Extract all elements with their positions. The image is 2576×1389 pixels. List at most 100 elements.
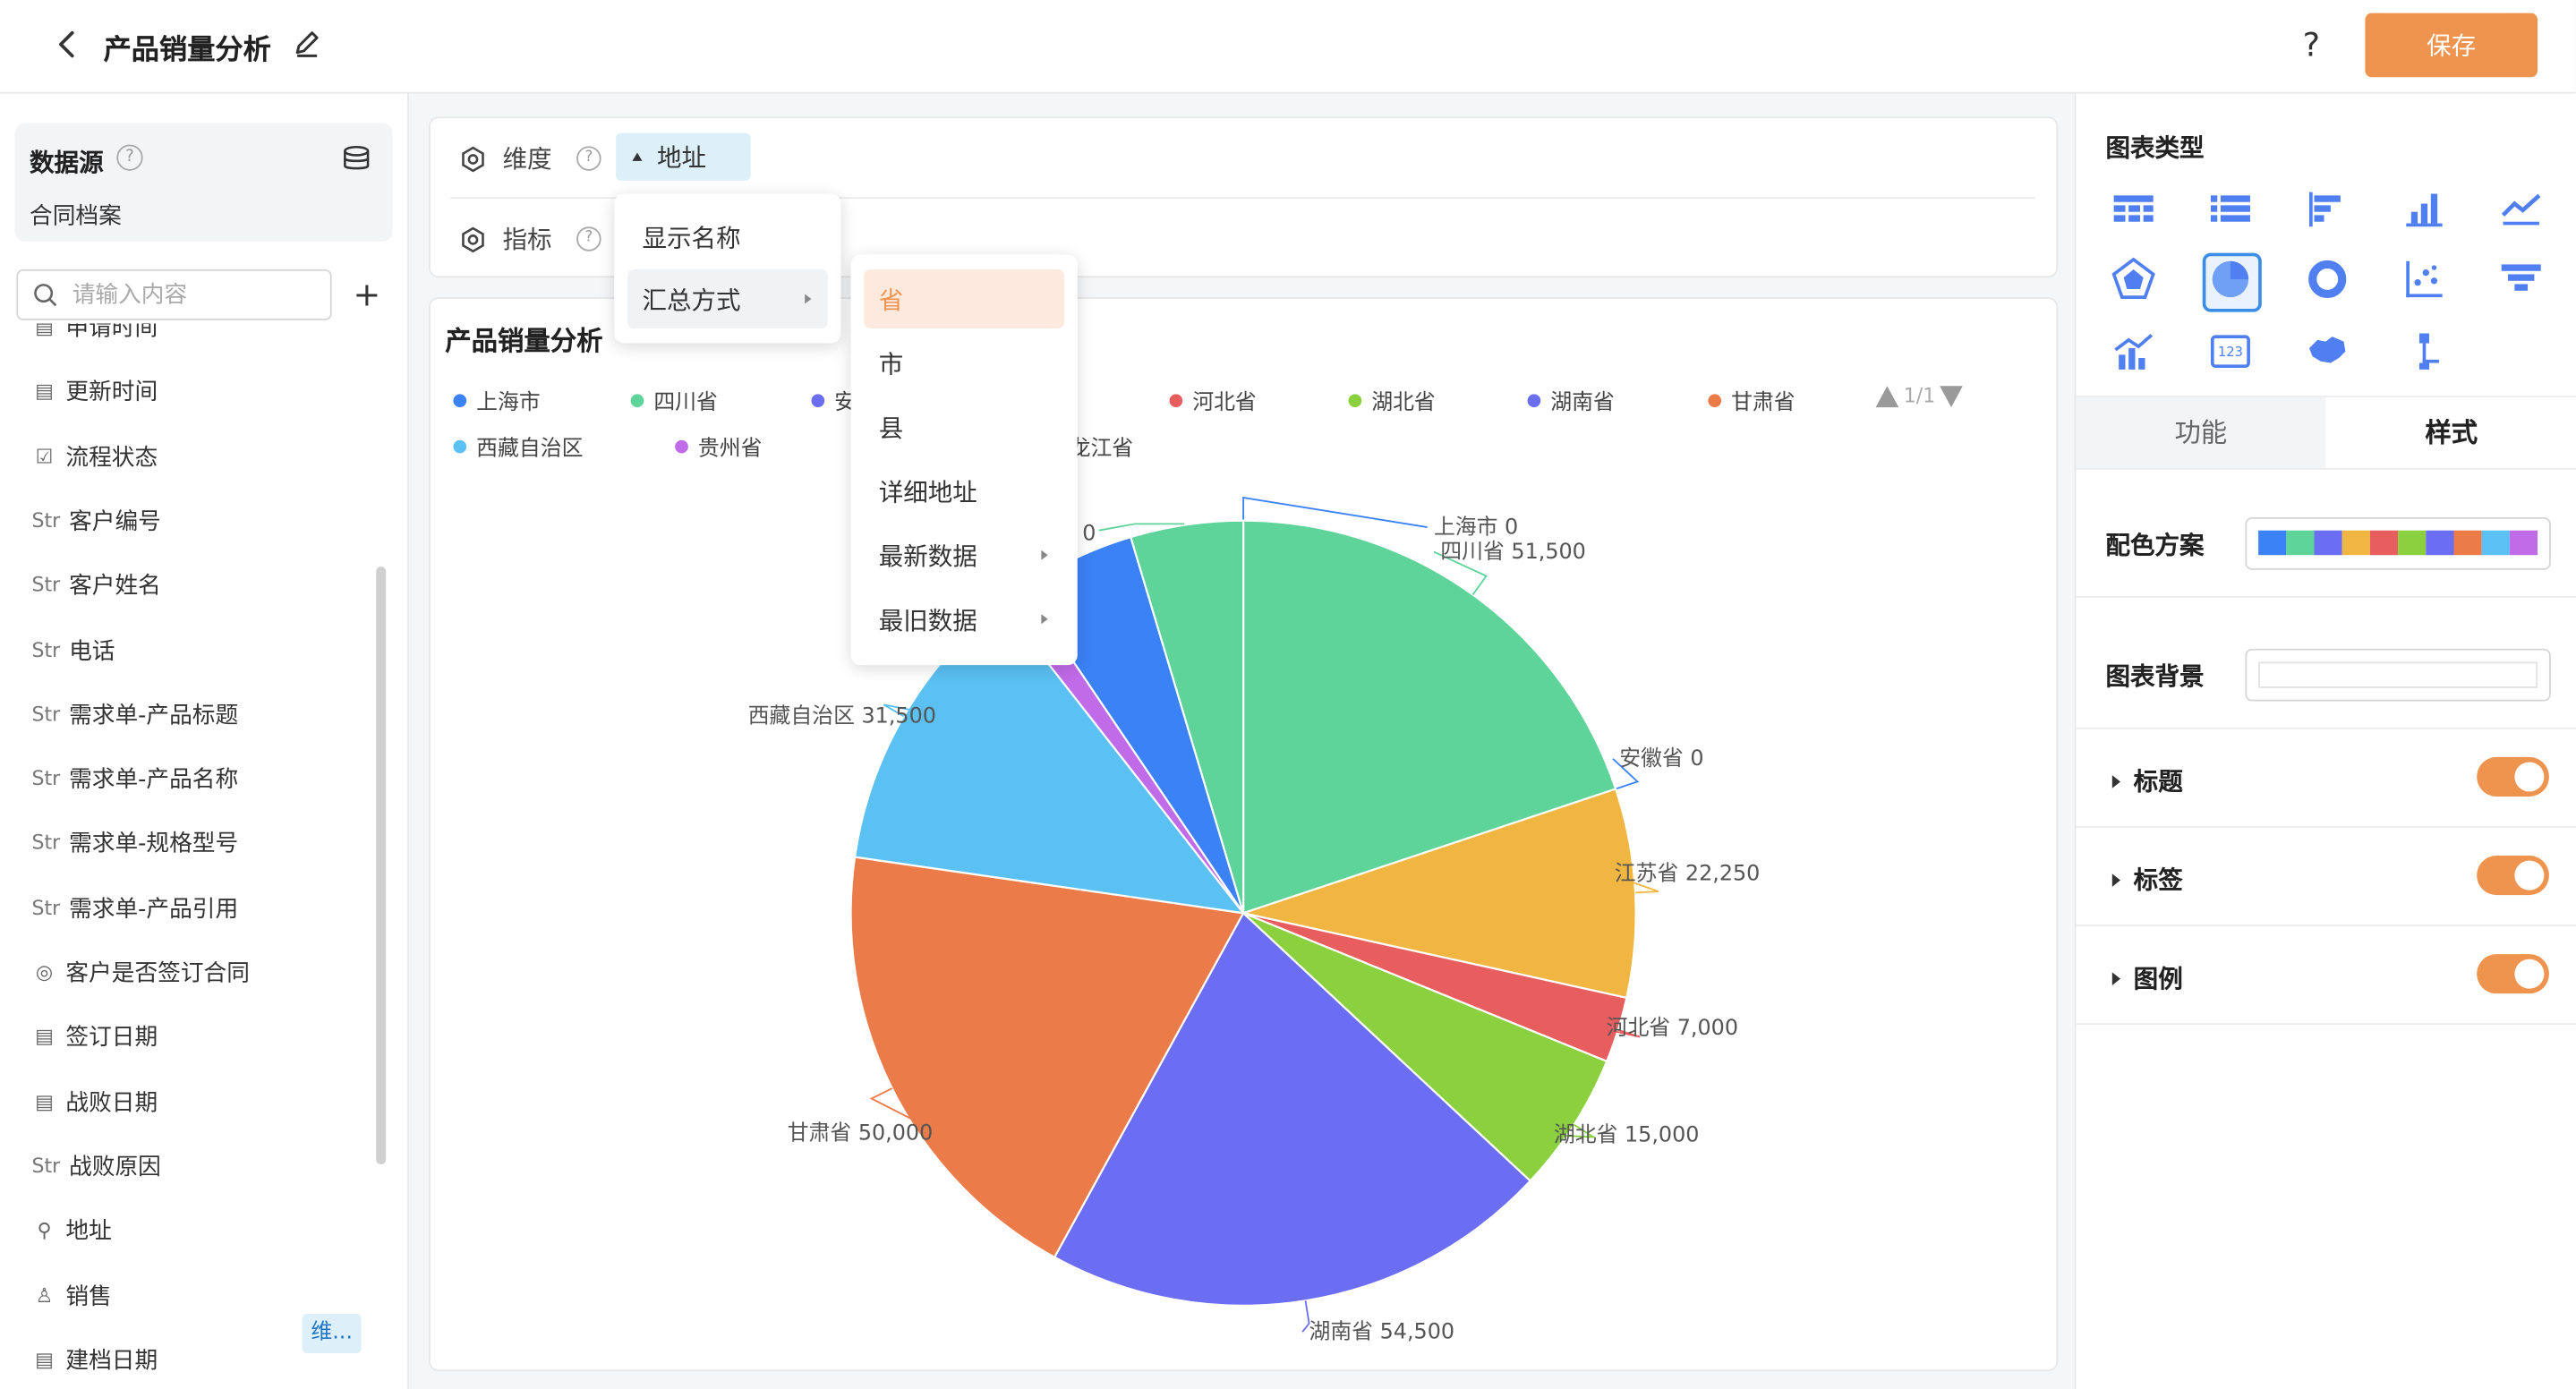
tab-style[interactable]: 样式 [2325, 397, 2576, 470]
menu-item-aggregation[interactable]: 汇总方式 [627, 268, 828, 328]
combo-chart-icon[interactable] [2109, 327, 2158, 376]
legend-item[interactable]: 安 [811, 384, 856, 415]
palette-swatch [2341, 530, 2370, 556]
submenu-item-province[interactable]: 省 [864, 268, 1065, 328]
submenu-item-detail-address[interactable]: 详细地址 [864, 462, 1064, 521]
funnel-chart-icon[interactable] [2496, 254, 2546, 303]
style-panel: 图表类型 123 功能 样式 配色方案 图表背景 标题 标签 图例 [2074, 93, 2576, 1389]
field-item[interactable]: Str 需求单-产品引用 [30, 888, 239, 927]
dimension-chip-label: 地址 [657, 142, 707, 173]
submenu-item-county[interactable]: 县 [864, 397, 1064, 456]
field-item[interactable]: ▤ 更新时间 [30, 371, 158, 411]
section-label-toggle-row[interactable]: 标签 [2111, 862, 2183, 897]
field-item[interactable]: Str 客户编号 [30, 500, 161, 540]
slice-label: 西藏自治区 31,500 [748, 703, 936, 728]
help-button[interactable]: ? [2303, 25, 2320, 64]
field-item[interactable]: Str 客户姓名 [30, 566, 161, 605]
calendar-icon: ▤ [35, 1348, 54, 1371]
radar-chart-icon[interactable] [2109, 254, 2158, 303]
tab-function[interactable]: 功能 [2076, 397, 2326, 470]
database-icon[interactable] [342, 144, 371, 174]
section-title-toggle-row[interactable]: 标题 [2111, 763, 2183, 798]
field-item[interactable]: Str 战败原因 [30, 1146, 161, 1186]
legend-label: 湖南省 [1550, 390, 1615, 416]
field-item[interactable]: ▤ 战败日期 [30, 1082, 158, 1121]
field-item[interactable]: Str 需求单-规格型号 [30, 823, 239, 863]
list-chart-icon[interactable] [2205, 184, 2255, 234]
menu-item-label: 最旧数据 [878, 605, 977, 635]
field-item[interactable]: Str 电话 [30, 630, 115, 669]
menu-item-display-name[interactable]: 显示名称 [627, 207, 828, 266]
slice-label: 湖北省 15,000 [1554, 1121, 1700, 1146]
add-field-button[interactable]: + [354, 274, 381, 313]
chart-bg-picker[interactable] [2245, 648, 2551, 702]
legend-item[interactable]: 湖北省 [1348, 384, 1436, 415]
line-chart-icon[interactable] [2496, 184, 2546, 234]
dimension-chip-address[interactable]: 地址 [616, 132, 751, 181]
field-item[interactable]: ▤ 签订日期 [30, 1017, 158, 1056]
submenu-item-city[interactable]: 市 [864, 334, 1064, 393]
field-item[interactable]: ☑ 流程状态 [30, 436, 158, 475]
metric-help-icon[interactable]: ? [576, 226, 601, 251]
horizontal-bar-chart-icon[interactable] [2303, 184, 2352, 234]
legend-item[interactable]: 上海市 [453, 384, 541, 416]
field-label: 申请时间 [65, 323, 158, 342]
dimension-badge[interactable]: 维... [302, 1314, 362, 1354]
slice-label-leader-line [1301, 1300, 1310, 1333]
legend-item[interactable]: 河北省 [1169, 384, 1257, 416]
table-chart-icon[interactable] [2109, 184, 2158, 234]
edit-title-icon[interactable] [293, 30, 322, 59]
pie-chart-icon[interactable] [2205, 254, 2255, 303]
caret-up-icon [632, 152, 643, 161]
title-toggle-switch[interactable] [2477, 756, 2549, 797]
field-search-input[interactable] [69, 277, 322, 314]
datasource-help-icon[interactable]: ? [116, 144, 143, 171]
field-label: 签订日期 [65, 1025, 158, 1052]
legend-color-dot [630, 393, 644, 407]
legend-item[interactable]: 贵州省 [675, 430, 762, 462]
submenu-item-latest-data[interactable]: 最新数据 [864, 525, 1064, 584]
legend-prev-icon[interactable] [1875, 385, 1899, 407]
string-type-icon: Str [31, 703, 61, 726]
field-item[interactable]: ▤ 建档日期 [30, 1340, 158, 1379]
legend-toggle-switch[interactable] [2477, 954, 2549, 994]
legend-color-dot [453, 393, 467, 407]
map-chart-icon[interactable] [2303, 327, 2352, 376]
dimension-help-icon[interactable]: ? [576, 146, 601, 171]
divider [2076, 1023, 2576, 1026]
datasource-name: 合同档案 [30, 203, 122, 230]
scatter-chart-icon[interactable] [2400, 254, 2449, 303]
legend-item[interactable]: 西藏自治区 [453, 430, 583, 462]
field-item[interactable]: Str 需求单-产品标题 [30, 694, 239, 734]
legend-next-icon[interactable] [1940, 385, 1964, 407]
back-arrow-icon[interactable] [49, 26, 85, 62]
tree-chart-icon[interactable] [2400, 327, 2449, 376]
search-icon [34, 284, 57, 307]
caret-right-icon [2111, 971, 2120, 985]
section-legend-toggle-row[interactable]: 图例 [2111, 960, 2183, 995]
pie-chart: 上海市 0四川省 51,500 安徽省 0 江苏省 22,250 河北省 7,000 湖… [748, 496, 1760, 1344]
field-list-scrollbar[interactable] [376, 567, 387, 1165]
aggregation-submenu: 省 市 县 详细地址 最新数据 最旧数据 [850, 254, 1078, 666]
label-toggle-switch[interactable] [2477, 856, 2549, 896]
number-card-icon[interactable]: 123 [2205, 327, 2255, 376]
save-button[interactable]: 保存 [2365, 13, 2538, 78]
color-scheme-picker[interactable] [2245, 517, 2551, 570]
donut-chart-icon[interactable] [2303, 254, 2352, 303]
palette-swatch [2509, 530, 2538, 556]
legend-item[interactable]: 甘肃省 [1708, 384, 1796, 416]
field-item[interactable]: ▤ 申请时间 [30, 323, 158, 346]
bar-chart-icon[interactable] [2400, 184, 2449, 234]
legend-color-dot [453, 439, 467, 453]
legend-label: 上海市 [476, 390, 541, 416]
field-item[interactable]: ◎ 客户是否签订合同 [30, 952, 250, 992]
field-item[interactable]: ⚲ 地址 [30, 1211, 111, 1250]
legend-item[interactable]: 湖南省 [1527, 384, 1615, 416]
field-label: 需求单-产品标题 [69, 703, 239, 729]
legend-label: 甘肃省 [1731, 390, 1796, 416]
field-item[interactable]: Str 需求单-产品名称 [30, 759, 239, 798]
submenu-item-oldest-data[interactable]: 最旧数据 [864, 590, 1064, 649]
legend-item[interactable]: 四川省 [630, 384, 718, 415]
field-item[interactable]: ♙ 销售 [30, 1275, 112, 1315]
legend-label: 河北省 [1192, 390, 1257, 416]
